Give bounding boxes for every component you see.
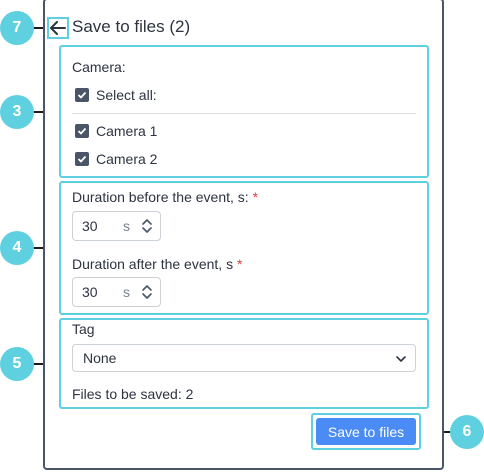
duration-before-unit: s (123, 218, 130, 234)
duration-before-text: Duration before the event, s: (72, 189, 249, 205)
camera-2-checkbox[interactable] (75, 152, 89, 166)
duration-after-text: Duration after the event, s (72, 256, 234, 272)
back-button[interactable] (47, 17, 69, 39)
up-down-chevron-icon[interactable] (140, 282, 154, 302)
required-mark: * (236, 256, 243, 272)
tag-select[interactable]: None (72, 344, 416, 372)
checkmark-icon (77, 155, 87, 163)
callout-badge-3: 3 (0, 95, 34, 129)
callout-badge-4: 4 (0, 231, 34, 265)
select-all-label: Select all: (96, 87, 157, 103)
up-down-chevron-icon[interactable] (140, 216, 154, 236)
camera-label: Camera: (72, 59, 126, 75)
callout-badge-7: 7 (0, 11, 34, 45)
tag-select-value: None (83, 350, 117, 366)
checkmark-icon (77, 91, 87, 99)
camera-1-checkbox[interactable] (75, 124, 89, 138)
checkmark-icon (77, 127, 87, 135)
tag-label: Tag (72, 321, 95, 337)
required-mark: * (252, 189, 259, 205)
duration-after-label: Duration after the event, s * (72, 256, 242, 272)
chevron-down-icon (396, 356, 406, 362)
duration-before-label: Duration before the event, s: * (72, 189, 258, 205)
files-to-be-saved-text: Files to be saved: 2 (72, 386, 194, 402)
duration-before-value: 30 (82, 218, 98, 234)
save-to-files-button[interactable]: Save to files (316, 418, 416, 445)
duration-after-input[interactable]: 30 s (72, 277, 161, 307)
camera-divider (72, 113, 416, 114)
callout-badge-6: 6 (450, 415, 484, 449)
panel-title: Save to files (2) (72, 17, 191, 36)
duration-after-value: 30 (82, 284, 98, 300)
callout-badge-5: 5 (0, 347, 34, 381)
duration-after-unit: s (123, 284, 130, 300)
duration-before-input[interactable]: 30 s (72, 211, 161, 241)
camera-2-label: Camera 2 (96, 151, 158, 167)
camera-1-label: Camera 1 (96, 123, 158, 139)
select-all-checkbox[interactable] (75, 88, 89, 102)
arrow-left-icon (50, 21, 66, 35)
